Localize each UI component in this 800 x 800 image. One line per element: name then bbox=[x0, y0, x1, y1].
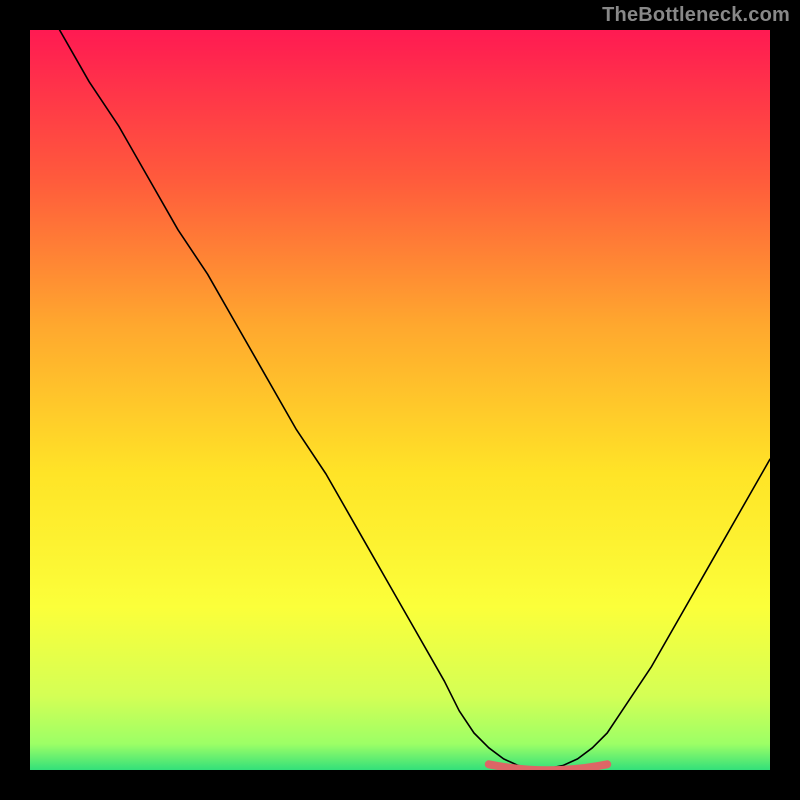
plot-background bbox=[30, 30, 770, 770]
chart-frame: { "watermark": "TheBottleneck.com", "cha… bbox=[0, 0, 800, 800]
watermark-text: TheBottleneck.com bbox=[602, 4, 790, 27]
bottleneck-chart bbox=[30, 30, 770, 770]
